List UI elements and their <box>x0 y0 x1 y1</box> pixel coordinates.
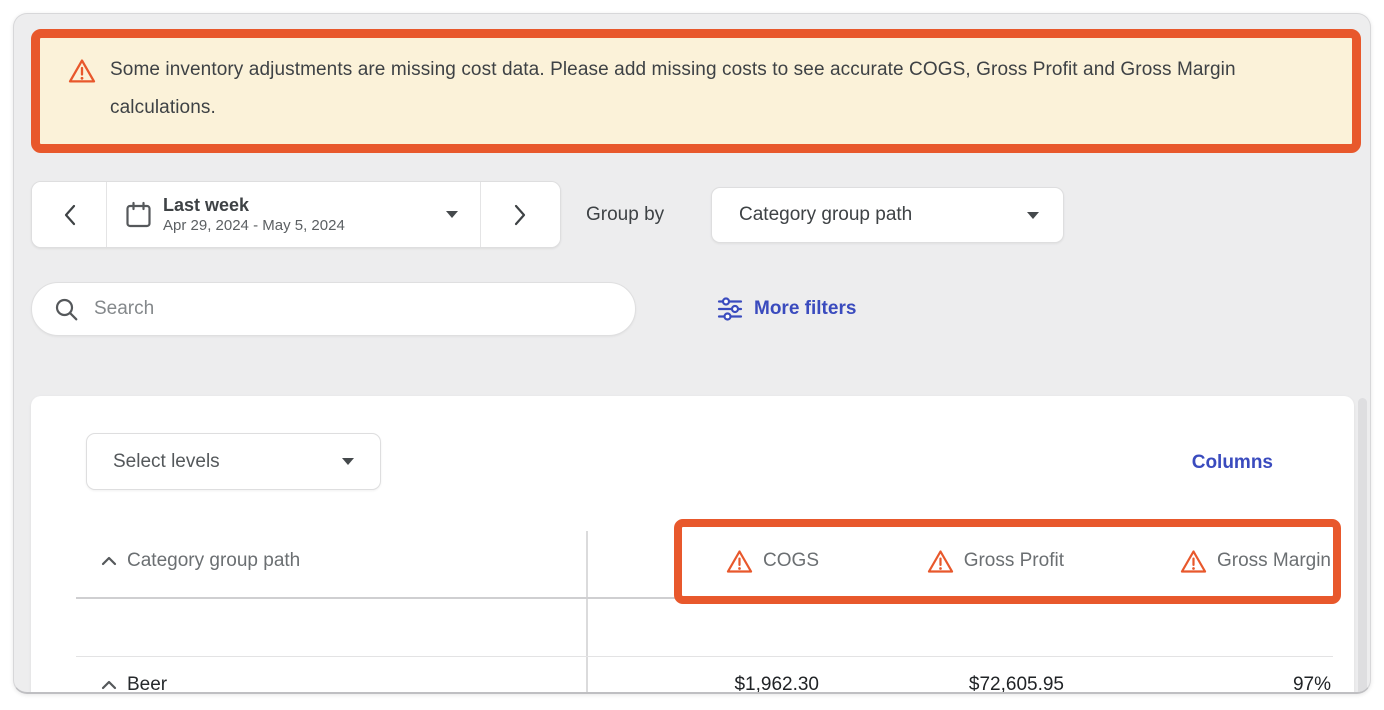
more-filters-button[interactable]: More filters <box>717 282 856 336</box>
warning-triangle-icon <box>726 549 753 574</box>
chevron-up-icon <box>101 556 117 566</box>
chevron-down-icon <box>1027 212 1039 219</box>
cogs-header-label: COGS <box>763 550 819 572</box>
select-levels-dropdown[interactable]: Select levels <box>86 433 381 490</box>
scrollbar[interactable] <box>1358 398 1367 694</box>
warning-triangle-icon <box>1180 549 1207 574</box>
filter-sliders-icon <box>717 296 743 322</box>
gross-profit-header-label: Gross Profit <box>964 550 1064 572</box>
beer-row-label: Beer <box>127 674 167 694</box>
chevron-right-icon <box>514 204 527 226</box>
next-period-button[interactable] <box>481 182 560 247</box>
date-navigator: Last week Apr 29, 2024 - May 5, 2024 <box>31 181 561 248</box>
column-header-gross-margin[interactable]: Gross Margin <box>1180 524 1331 598</box>
warning-triangle-icon <box>927 549 954 574</box>
chevron-up-icon <box>101 680 117 690</box>
beer-row-toggle[interactable]: Beer <box>101 656 167 694</box>
calendar-icon <box>125 201 152 229</box>
report-table-card: Select levels Columns Category group pat… <box>31 396 1354 694</box>
date-preset-label: Last week <box>163 194 345 216</box>
group-header-label: Category group path <box>127 550 300 572</box>
group-by-selected-value: Category group path <box>739 204 912 226</box>
columns-button[interactable]: Columns <box>1192 452 1273 474</box>
row-divider <box>76 656 1333 657</box>
gross-margin-header-label: Gross Margin <box>1217 550 1331 572</box>
group-by-dropdown[interactable]: Category group path <box>711 187 1064 243</box>
app-window: Some inventory adjustments are missing c… <box>13 13 1371 694</box>
search-box <box>31 282 636 336</box>
table-row-total: Total $3,859.80 $500,328.00 99% <box>31 598 1354 656</box>
select-levels-value: Select levels <box>113 451 220 473</box>
more-filters-label: More filters <box>754 298 856 320</box>
column-header-gross-profit[interactable]: Gross Profit <box>927 524 1064 598</box>
beer-gross-profit-value: $72,605.95 <box>969 656 1064 694</box>
warning-message: Some inventory adjustments are missing c… <box>110 51 1324 127</box>
search-input[interactable] <box>92 297 615 321</box>
beer-gross-margin-value: 97% <box>1293 656 1331 694</box>
chevron-down-icon <box>446 211 458 218</box>
column-header-category-group-path[interactable]: Category group path <box>101 524 300 598</box>
date-range-label: Apr 29, 2024 - May 5, 2024 <box>163 216 345 235</box>
chevron-down-icon <box>342 458 354 465</box>
column-header-cogs[interactable]: COGS <box>726 524 819 598</box>
group-by-label: Group by <box>586 181 664 248</box>
warning-triangle-icon <box>68 58 96 84</box>
search-icon <box>54 297 79 322</box>
missing-cost-warning-banner: Some inventory adjustments are missing c… <box>31 29 1361 153</box>
previous-period-button[interactable] <box>32 182 106 247</box>
chevron-left-icon <box>63 204 76 226</box>
beer-cogs-value: $1,962.30 <box>734 656 819 694</box>
date-range-selector[interactable]: Last week Apr 29, 2024 - May 5, 2024 <box>107 182 480 247</box>
